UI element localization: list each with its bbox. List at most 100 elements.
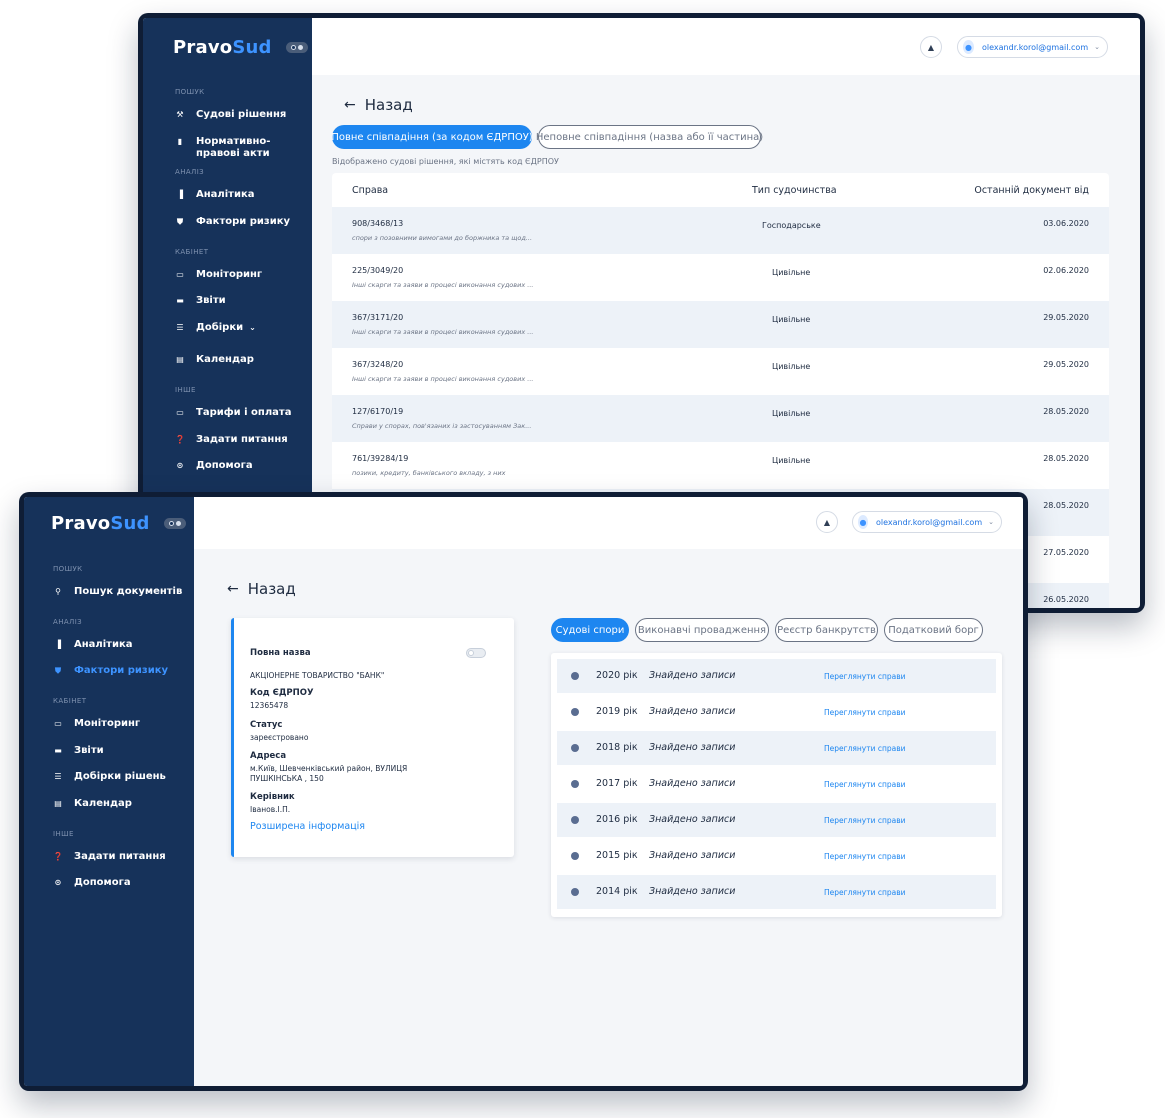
results-note: Відображено судові рішення, які містять … (332, 157, 559, 166)
last-document-date: 29.05.2020 (1043, 360, 1089, 369)
view-cases-link[interactable]: Переглянути справи (824, 816, 906, 825)
view-cases-link[interactable]: Переглянути справи (824, 780, 906, 789)
sidebar-item-decision-collections[interactable]: ☰ Добірки рішень (53, 771, 193, 783)
table-header: Справа Тип судочинства Останній документ… (332, 173, 1109, 207)
status-value: зареєстровано (250, 733, 309, 742)
case-description: Інші скарги та заяви в процесі виконання… (352, 281, 534, 289)
user-menu[interactable]: ● olexandr.korol@gmail.com ⌄ (957, 36, 1108, 58)
status-dot-icon (571, 672, 579, 680)
sidebar-item-help[interactable]: ⊙ Допомога (175, 460, 315, 472)
full-name-label: Повна назва (250, 648, 311, 658)
back-button[interactable]: ← Назад (227, 580, 296, 598)
logo-text-pravo: Pravo (173, 37, 233, 58)
bell-icon[interactable]: ▲ (920, 36, 942, 58)
chevron-down-icon: ⌄ (988, 518, 994, 526)
view-cases-link[interactable]: Переглянути справи (824, 852, 906, 861)
case-number[interactable]: 761/39284/19 (352, 454, 408, 463)
tab-enforcement-proceedings[interactable]: Виконавчі провадження (635, 618, 769, 642)
sidebar-item-label: Задати питання (74, 851, 166, 862)
chevron-down-icon: ⌄ (1094, 43, 1100, 51)
tab-tax-debt[interactable]: Податковий борг (884, 618, 983, 642)
case-number[interactable]: 367/3171/20 (352, 313, 403, 322)
main-area: ▲ ● olexandr.korol@gmail.com ⌄ ← Назад По… (194, 497, 1023, 1086)
sidebar-item-help[interactable]: ⊙ Допомога (53, 877, 193, 889)
case-number[interactable]: 908/3468/13 (352, 219, 403, 228)
sidebar-item-calendar[interactable]: ▤ Календар (53, 798, 193, 810)
table-row[interactable]: 367/3248/20 Інші скарги та заяви в проце… (332, 348, 1109, 395)
sidebar-item-document-search[interactable]: ⚲ Пошук документів (53, 586, 193, 598)
sidebar-item-ask-question[interactable]: ❓ Задати питання (53, 851, 193, 863)
list-item: 2015 рік Знайдено записи Переглянути спр… (557, 839, 996, 873)
view-cases-link[interactable]: Переглянути справи (824, 708, 906, 717)
section-label-search: ПОШУК (53, 565, 83, 573)
sidebar-item-risk-factors[interactable]: ⛊ Фактори ризику (53, 665, 193, 677)
window-content: Pravo Sud ПОШУК ⚲ Пошук документів АНАЛІЗ … (24, 497, 1023, 1086)
last-document-date: 02.06.2020 (1043, 266, 1089, 275)
last-document-date: 27.05.2020 (1043, 548, 1089, 557)
view-cases-link[interactable]: Переглянути справи (824, 744, 906, 753)
tab-court-disputes[interactable]: Судові спори (551, 618, 629, 642)
back-button[interactable]: ← Назад (344, 96, 413, 114)
user-menu[interactable]: ● olexandr.korol@gmail.com ⌄ (852, 511, 1002, 533)
more-info-link[interactable]: Розширена інформація (250, 821, 365, 832)
card-icon: ▭ (176, 408, 184, 417)
sidebar-item-label: Аналітика (74, 639, 133, 650)
sidebar-item-risk-factors[interactable]: ⛊ Фактори ризику (175, 216, 315, 228)
sidebar-item-label: Моніторинг (196, 269, 263, 280)
sidebar-item-reports[interactable]: ▬ Звіти (53, 745, 193, 757)
topbar: ▲ ● olexandr.korol@gmail.com ⌄ (194, 497, 1023, 549)
director-name: Іванов.І.П. (250, 805, 291, 814)
year-label: 2019 рік (596, 706, 638, 717)
year-label: 2017 рік (596, 778, 638, 789)
view-cases-link[interactable]: Переглянути справи (824, 888, 906, 897)
sidebar-item-label: Допомога (74, 877, 131, 888)
view-cases-link[interactable]: Переглянути справи (824, 672, 906, 681)
document-icon: ▮ (177, 137, 183, 146)
sidebar-item-ask-question[interactable]: ❓ Задати питання (175, 434, 315, 446)
sidebar-item-label: Фактори ризику (74, 665, 169, 676)
records-status: Знайдено записи (649, 742, 736, 753)
sidebar-item-analytics[interactable]: ▐ Аналітика (175, 189, 315, 201)
sidebar-item-reports[interactable]: ▬ Звіти (175, 295, 315, 307)
table-row[interactable]: 225/3049/20 Інші скарги та заяви в проце… (332, 254, 1109, 301)
sidebar-item-monitoring[interactable]: ▭ Моніторинг (53, 718, 193, 730)
case-number[interactable]: 127/6170/19 (352, 407, 403, 416)
case-description: Інші скарги та заяви в процесі виконання… (352, 328, 534, 336)
case-number[interactable]: 225/3049/20 (352, 266, 403, 275)
case-number[interactable]: 367/3248/20 (352, 360, 403, 369)
table-row[interactable]: 761/39284/19 позики, кредиту, банківсько… (332, 442, 1109, 489)
sidebar-item-calendar[interactable]: ▤ Календар (175, 354, 315, 366)
sidebar-item-label: Добірки (196, 322, 244, 333)
sidebar-item-tariffs[interactable]: ▭ Тарифи і оплата (175, 407, 315, 419)
user-email: olexandr.korol@gmail.com (876, 517, 983, 527)
records-status: Знайдено записи (649, 886, 736, 897)
theme-toggle-icon[interactable] (285, 42, 308, 53)
list-item: 2014 рік Знайдено записи Переглянути спр… (557, 875, 996, 909)
bar-chart-icon: ▐ (176, 190, 184, 199)
full-name-toggle[interactable] (466, 648, 486, 658)
table-row[interactable]: 908/3468/13 спори з позовними вимогами д… (332, 207, 1109, 254)
bell-icon[interactable]: ▲ (816, 511, 838, 533)
sidebar: Pravo Sud ПОШУК ⚲ Пошук документів АНАЛІЗ … (24, 497, 194, 1086)
proceeding-type: Цивільне (772, 362, 811, 371)
tab-full-match[interactable]: Повне співпадіння (за кодом ЄДРПОУ) (331, 125, 533, 149)
proceeding-type: Цивільне (772, 409, 811, 418)
sidebar-item-label: Пошук документів (74, 586, 183, 597)
theme-toggle-icon[interactable] (163, 518, 186, 529)
sidebar-item-analytics[interactable]: ▐ Аналітика (53, 639, 193, 651)
logo[interactable]: Pravo Sud (173, 37, 308, 58)
sidebar-item-monitoring[interactable]: ▭ Моніторинг (175, 269, 315, 281)
address-label: Адреса (250, 751, 287, 761)
list-item: 2018 рік Знайдено записи Переглянути спр… (557, 731, 996, 765)
calendar-icon: ▤ (54, 799, 62, 808)
shield-icon: ⛊ (55, 666, 61, 675)
list-icon: ☰ (54, 772, 62, 781)
tab-partial-match[interactable]: Неповне співпадіння (назва або її частин… (536, 125, 763, 149)
logo[interactable]: Pravo Sud (51, 513, 186, 534)
sidebar-item-collections[interactable]: ☰ Добірки ⌄ (175, 322, 315, 334)
sidebar-item-court-decisions[interactable]: ⚒ Судові рішення (175, 109, 315, 121)
tab-bankruptcy-register[interactable]: Реєстр банкрутств (775, 618, 878, 642)
table-row[interactable]: 127/6170/19 Справи у спорах, пов'язаних … (332, 395, 1109, 442)
table-row[interactable]: 367/3171/20 Інші скарги та заяви в проце… (332, 301, 1109, 348)
sidebar-item-regulatory-acts[interactable]: ▮ Нормативно-правові акти (175, 136, 315, 160)
